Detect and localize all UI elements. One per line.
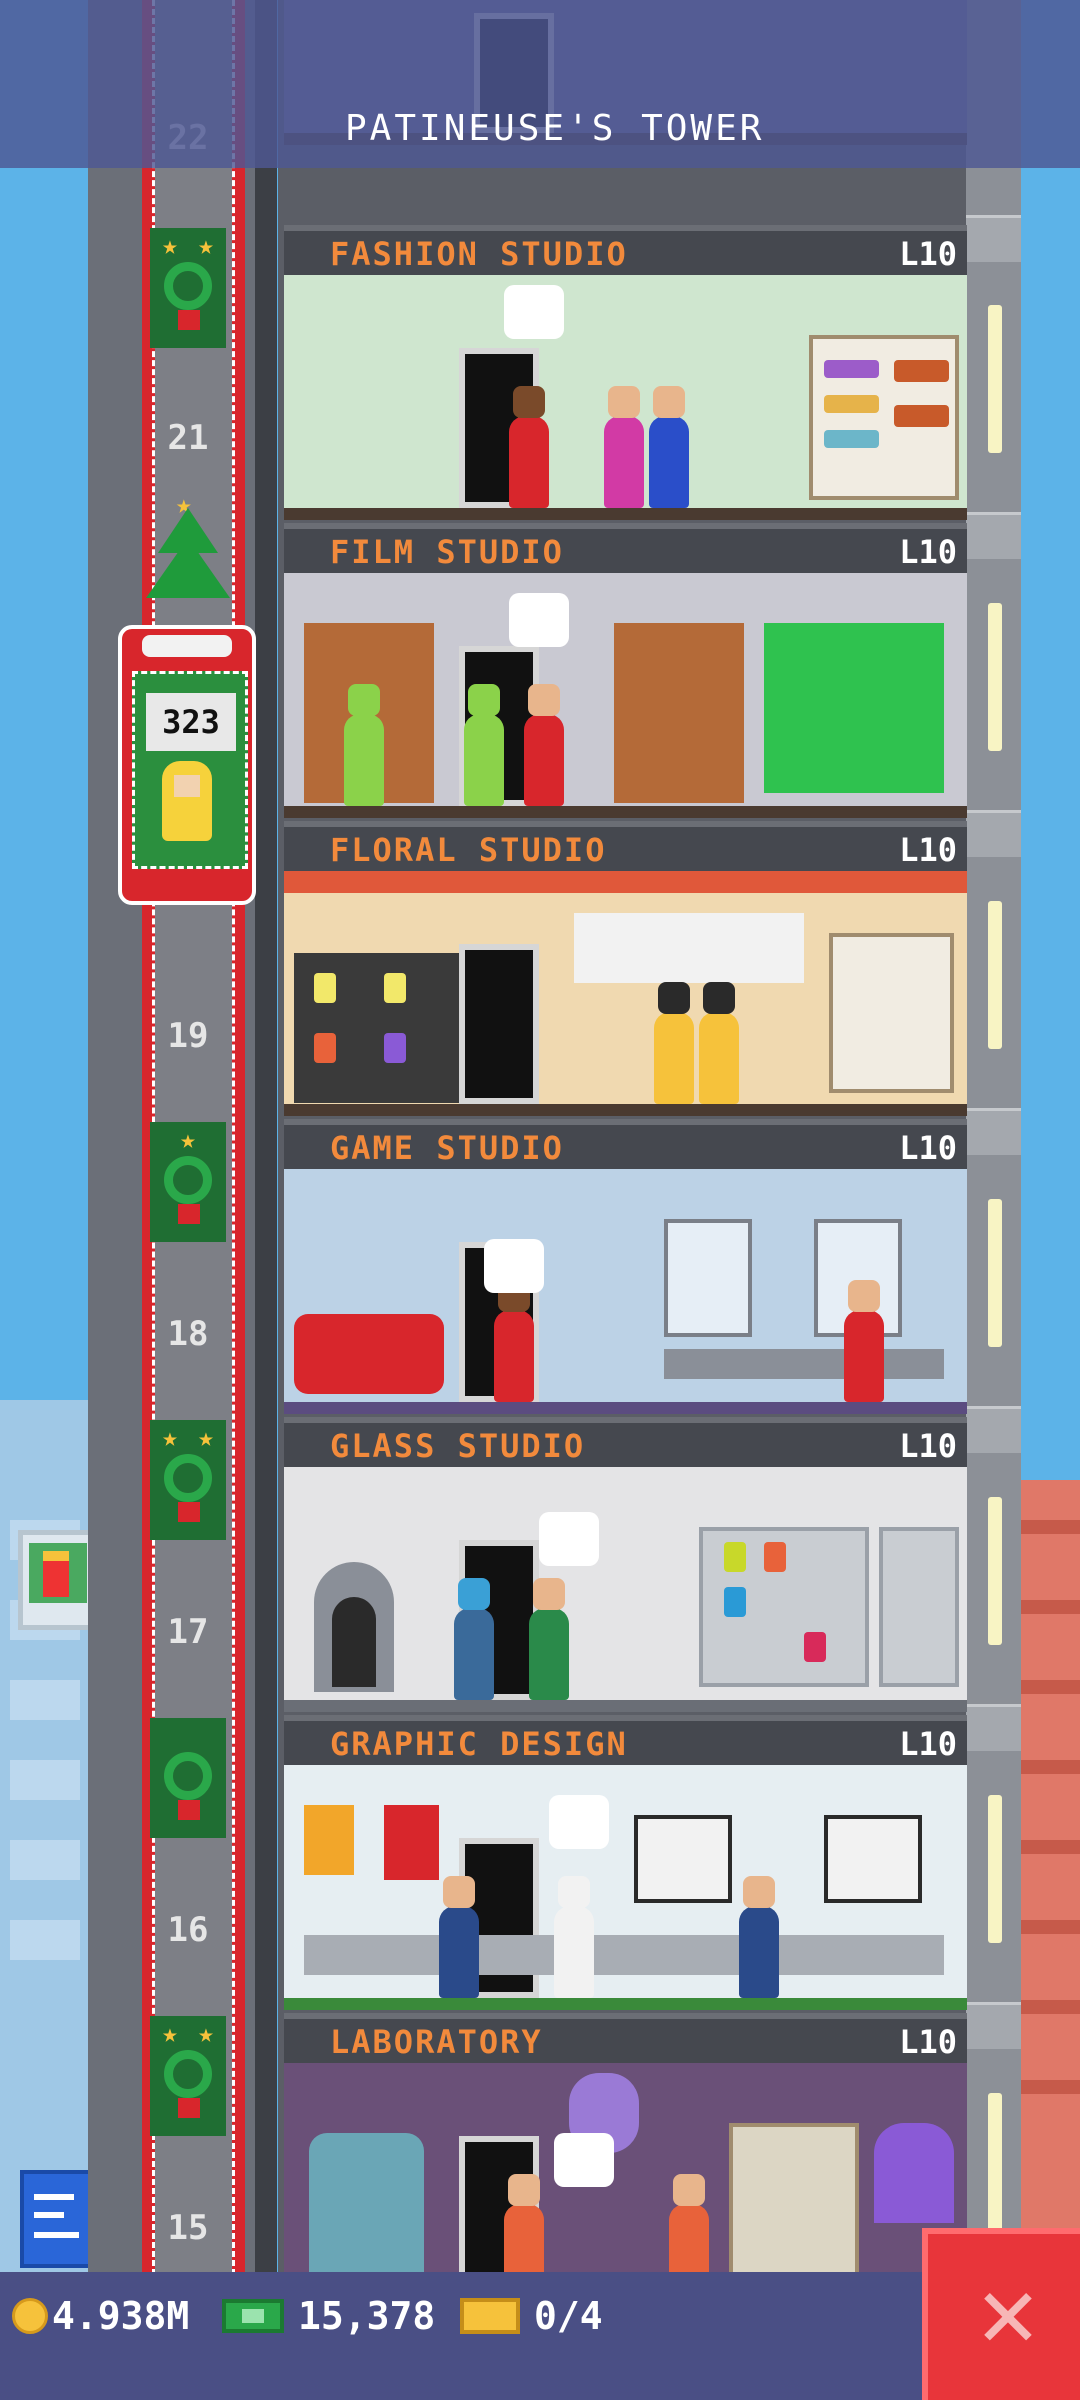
shaft-floor-number: 15 — [167, 2208, 209, 2248]
golden-ticket-icon — [460, 2298, 520, 2334]
close-button[interactable]: ✕ — [922, 2228, 1080, 2400]
character[interactable] — [439, 1876, 479, 1998]
floor-name: GLASS STUDIO — [330, 1427, 586, 1465]
floor-label-bar: GRAPHIC DESIGN L10 — [284, 1715, 967, 1765]
floor-name: FLORAL STUDIO — [330, 831, 607, 869]
shaft-floor-number: 21 — [167, 418, 209, 458]
shaft-floor-number: 19 — [167, 1016, 209, 1056]
tickets-value: 0/4 — [534, 2294, 603, 2338]
floor-laboratory[interactable]: LABORATORY L10 — [284, 2013, 967, 2311]
character[interactable] — [649, 386, 689, 508]
character[interactable] — [529, 1578, 569, 1700]
speech-bubble[interactable] — [549, 1795, 609, 1849]
character[interactable] — [464, 684, 504, 806]
character[interactable] — [844, 1280, 884, 1402]
character[interactable] — [454, 1578, 494, 1700]
floor-glass-studio[interactable]: GLASS STUDIO L10 — [284, 1417, 967, 1715]
floor-label-bar: FLORAL STUDIO L10 — [284, 821, 967, 871]
christmas-tree-decoration: ★ — [138, 490, 238, 615]
floor-fashion-studio[interactable]: FASHION STUDIO L10 — [284, 225, 967, 523]
character[interactable] — [509, 386, 549, 508]
floor-name: GRAPHIC DESIGN — [330, 1725, 628, 1763]
floor-label-bar: FASHION STUDIO L10 — [284, 225, 967, 275]
wreath-decoration: ★ — [150, 1122, 226, 1242]
wreath-decoration: ★ ★ — [150, 2016, 226, 2136]
bux-counter[interactable]: 15,378 — [222, 2292, 435, 2340]
elevator-display: 323 — [146, 693, 236, 751]
floor-floral-studio[interactable]: FLORAL STUDIO L10 — [284, 821, 967, 1119]
shaft-rail-right — [232, 0, 245, 2275]
floor-name: LABORATORY — [330, 2023, 543, 2061]
floor-level: L10 — [899, 2023, 957, 2061]
speech-bubble[interactable] — [554, 2133, 614, 2187]
character[interactable] — [554, 1876, 594, 1998]
character[interactable] — [494, 1280, 534, 1402]
floor-level: L10 — [899, 235, 957, 273]
tower-pillar — [966, 0, 1021, 2275]
shaft-rib — [255, 0, 277, 2275]
fries-billboard — [18, 1530, 98, 1630]
character[interactable] — [524, 684, 564, 806]
character[interactable] — [344, 684, 384, 806]
floor-name: GAME STUDIO — [330, 1129, 564, 1167]
floor-graphic-design[interactable]: GRAPHIC DESIGN L10 — [284, 1715, 967, 2013]
blue-sign — [20, 2170, 98, 2268]
coins-counter[interactable]: 4.938M — [12, 2292, 189, 2340]
speech-bubble[interactable] — [509, 593, 569, 647]
elevator-rider — [162, 761, 212, 841]
shaft-floor-number: 17 — [167, 1612, 209, 1652]
floor-film-studio[interactable]: FILM STUDIO L10 — [284, 523, 967, 821]
floor-level: L10 — [899, 1129, 957, 1167]
character[interactable] — [699, 982, 739, 1104]
close-icon: ✕ — [977, 2253, 1039, 2370]
speech-bubble[interactable] — [539, 1512, 599, 1566]
floor-label-bar: GLASS STUDIO L10 — [284, 1417, 967, 1467]
wreath-decoration: ★ ★ — [150, 1420, 226, 1540]
bux-value: 15,378 — [298, 2294, 436, 2338]
floor-name: FASHION STUDIO — [330, 235, 628, 273]
speech-bubble[interactable] — [484, 1239, 544, 1293]
shaft-floor-number: 16 — [167, 1910, 209, 1950]
elevator-car[interactable]: 323 — [118, 625, 256, 905]
character[interactable] — [654, 982, 694, 1104]
speech-bubble[interactable] — [504, 285, 564, 339]
floor-level: L10 — [899, 831, 957, 869]
character[interactable] — [739, 1876, 779, 1998]
tower-title: PATINEUSE'S TOWER — [345, 108, 765, 149]
tickets-counter[interactable]: 0/4 — [460, 2292, 603, 2340]
tower-bux-icon — [222, 2299, 284, 2333]
floor-name: FILM STUDIO — [330, 533, 564, 571]
shaft-floor-number: 18 — [167, 1314, 209, 1354]
floor-level: L10 — [899, 1427, 957, 1465]
wreath-decoration: ★ ★ — [150, 228, 226, 348]
tower-header: PATINEUSE'S TOWER — [0, 0, 1080, 168]
floor-game-studio[interactable]: GAME STUDIO L10 — [284, 1119, 967, 1417]
coin-icon — [12, 2298, 48, 2334]
floor-level: L10 — [899, 1725, 957, 1763]
character[interactable] — [604, 386, 644, 508]
floor-label-bar: GAME STUDIO L10 — [284, 1119, 967, 1169]
floor-label-bar: FILM STUDIO L10 — [284, 523, 967, 573]
floor-label-bar: LABORATORY L10 — [284, 2013, 967, 2063]
wreath-decoration — [150, 1718, 226, 1838]
floor-level: L10 — [899, 533, 957, 571]
coins-value: 4.938M — [52, 2294, 190, 2338]
